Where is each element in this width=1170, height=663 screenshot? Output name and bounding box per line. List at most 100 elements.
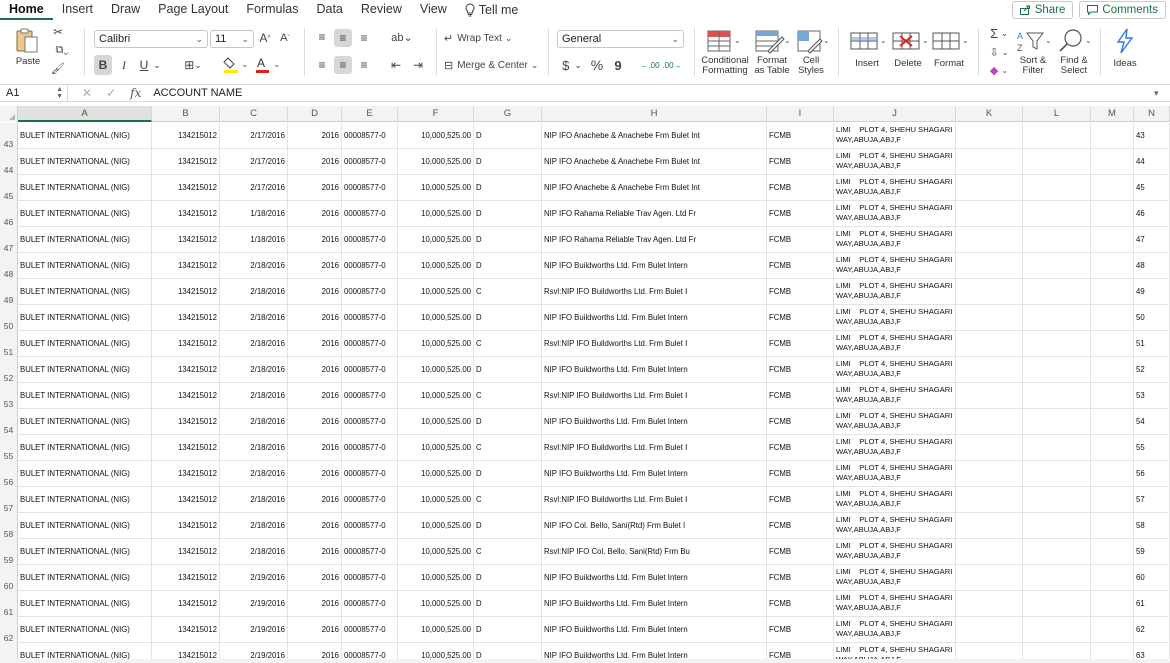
- cell-c[interactable]: 1/18/2016: [220, 201, 288, 227]
- cell-j[interactable]: LIMI PLOT 4, SHEHU SHAGARIWAY,ABUJA,ABJ,…: [834, 539, 956, 565]
- cell-k[interactable]: [956, 331, 1023, 357]
- cell-g[interactable]: C: [474, 383, 542, 409]
- cell-n[interactable]: 56: [1134, 461, 1170, 487]
- cell-g[interactable]: C: [474, 331, 542, 357]
- chevron-down-icon[interactable]: ⌄: [152, 55, 162, 75]
- increase-font-icon[interactable]: A ^: [257, 29, 273, 47]
- cell-a[interactable]: BULET INTERNATIONAL (NIG): [18, 513, 152, 539]
- cell-d[interactable]: 2016: [288, 331, 342, 357]
- cell-g[interactable]: D: [474, 149, 542, 175]
- column-header-n[interactable]: N: [1134, 106, 1170, 122]
- column-header-h[interactable]: H: [542, 106, 767, 122]
- cell-h[interactable]: NIP IFO Rahama Reliable Trav Agen. Ltd F…: [542, 201, 767, 227]
- row-header[interactable]: 46: [0, 201, 18, 227]
- find-select-icon[interactable]: ⌄: [1056, 26, 1094, 56]
- cell-b[interactable]: 134215012: [152, 591, 220, 617]
- cell-m[interactable]: [1091, 201, 1134, 227]
- column-header-e[interactable]: E: [342, 106, 398, 122]
- cell-f[interactable]: 10,000,525.00: [398, 435, 474, 461]
- cell-h[interactable]: Rsvl:NIP IFO Buildworths Ltd. Frm Bulet …: [542, 487, 767, 513]
- cell-j[interactable]: LIMI PLOT 4, SHEHU SHAGARIWAY,ABUJA,ABJ,…: [834, 617, 956, 643]
- cell-a[interactable]: BULET INTERNATIONAL (NIG): [18, 357, 152, 383]
- cell-h[interactable]: NIP IFO Buildworths Ltd. Frm Bulet Inter…: [542, 565, 767, 591]
- cell-l[interactable]: [1023, 565, 1091, 591]
- cell-k[interactable]: [956, 357, 1023, 383]
- fill-color-icon[interactable]: ⌄: [222, 55, 252, 75]
- cell-h[interactable]: NIP IFO Anachebe & Anachebe Frm Bulet In…: [542, 175, 767, 201]
- comma-button[interactable]: 9: [610, 55, 626, 75]
- cell-n[interactable]: 53: [1134, 383, 1170, 409]
- tab-insert[interactable]: Insert: [53, 0, 102, 20]
- cell-m[interactable]: [1091, 175, 1134, 201]
- cell-i[interactable]: FCMB: [767, 565, 834, 591]
- column-header-d[interactable]: D: [288, 106, 342, 122]
- cell-e[interactable]: 00008577-0: [342, 539, 398, 565]
- cell-e[interactable]: 00008577-0: [342, 565, 398, 591]
- row-header[interactable]: 48: [0, 253, 18, 279]
- expand-formula-icon[interactable]: ▾: [1154, 88, 1170, 99]
- cell-d[interactable]: 2016: [288, 123, 342, 149]
- cell-h[interactable]: NIP IFO Buildworths Ltd. Frm Bulet Inter…: [542, 461, 767, 487]
- cell-k[interactable]: [956, 565, 1023, 591]
- cell-a[interactable]: BULET INTERNATIONAL (NIG): [18, 201, 152, 227]
- cell-k[interactable]: [956, 591, 1023, 617]
- cell-m[interactable]: [1091, 149, 1134, 175]
- cell-e[interactable]: 00008577-0: [342, 175, 398, 201]
- cell-c[interactable]: 2/18/2016: [220, 435, 288, 461]
- cell-n[interactable]: 61: [1134, 591, 1170, 617]
- delete-cells-icon[interactable]: ⌄: [890, 26, 930, 56]
- cell-k[interactable]: [956, 123, 1023, 149]
- cell-b[interactable]: 134215012: [152, 123, 220, 149]
- confirm-icon[interactable]: ✓: [106, 86, 116, 100]
- cell-m[interactable]: [1091, 435, 1134, 461]
- row-header[interactable]: 50: [0, 305, 18, 331]
- spreadsheet-grid[interactable]: A B C D E F G H I J K L M N 43 BULET INTE…: [0, 106, 1170, 663]
- cell-k[interactable]: [956, 487, 1023, 513]
- cell-j[interactable]: LIMI PLOT 4, SHEHU SHAGARIWAY,ABUJA,ABJ,…: [834, 383, 956, 409]
- cell-b[interactable]: 134215012: [152, 435, 220, 461]
- decrease-indent-icon[interactable]: ⇤: [388, 56, 404, 74]
- cell-b[interactable]: 134215012: [152, 617, 220, 643]
- cell-l[interactable]: [1023, 123, 1091, 149]
- cell-g[interactable]: C: [474, 279, 542, 305]
- cell-l[interactable]: [1023, 149, 1091, 175]
- cell-c[interactable]: 2/18/2016: [220, 461, 288, 487]
- autosum-icon[interactable]: Σ ⌄: [986, 25, 1012, 41]
- cell-d[interactable]: 2016: [288, 305, 342, 331]
- cell-c[interactable]: 2/18/2016: [220, 409, 288, 435]
- cell-m[interactable]: [1091, 253, 1134, 279]
- cell-j[interactable]: LIMI PLOT 4, SHEHU SHAGARIWAY,ABUJA,ABJ,…: [834, 305, 956, 331]
- cell-i[interactable]: FCMB: [767, 617, 834, 643]
- insert-cells-icon[interactable]: ⌄: [848, 26, 888, 56]
- cell-m[interactable]: [1091, 357, 1134, 383]
- column-header-g[interactable]: G: [474, 106, 542, 122]
- cell-f[interactable]: 10,000,525.00: [398, 357, 474, 383]
- cell-f[interactable]: 10,000,525.00: [398, 383, 474, 409]
- tab-draw[interactable]: Draw: [102, 0, 149, 20]
- cell-i[interactable]: FCMB: [767, 331, 834, 357]
- cell-m[interactable]: [1091, 487, 1134, 513]
- cell-j[interactable]: LIMI PLOT 4, SHEHU SHAGARIWAY,ABUJA,ABJ,…: [834, 253, 956, 279]
- cell-h[interactable]: NIP IFO Anachebe & Anachebe Frm Bulet In…: [542, 123, 767, 149]
- cell-a[interactable]: BULET INTERNATIONAL (NIG): [18, 383, 152, 409]
- align-bottom-icon[interactable]: ≡: [356, 30, 372, 46]
- cell-i[interactable]: FCMB: [767, 513, 834, 539]
- column-header-a[interactable]: A: [18, 106, 152, 122]
- clear-icon[interactable]: ◆ ⌄: [986, 62, 1012, 78]
- cell-a[interactable]: BULET INTERNATIONAL (NIG): [18, 175, 152, 201]
- cell-i[interactable]: FCMB: [767, 253, 834, 279]
- row-header[interactable]: 52: [0, 357, 18, 383]
- tab-review[interactable]: Review: [352, 0, 411, 20]
- row-header[interactable]: 53: [0, 383, 18, 409]
- cell-g[interactable]: D: [474, 175, 542, 201]
- row-header[interactable]: 61: [0, 591, 18, 617]
- cell-f[interactable]: 10,000,525.00: [398, 409, 474, 435]
- cell-f[interactable]: 10,000,525.00: [398, 175, 474, 201]
- cancel-icon[interactable]: ✕: [82, 86, 92, 100]
- copy-icon[interactable]: ⧉⌄: [50, 43, 74, 57]
- cell-e[interactable]: 00008577-0: [342, 487, 398, 513]
- cell-i[interactable]: FCMB: [767, 201, 834, 227]
- cell-h[interactable]: NIP IFO Rahama Reliable Trav Agen. Ltd F…: [542, 227, 767, 253]
- row-header[interactable]: 59: [0, 539, 18, 565]
- cell-c[interactable]: 2/18/2016: [220, 305, 288, 331]
